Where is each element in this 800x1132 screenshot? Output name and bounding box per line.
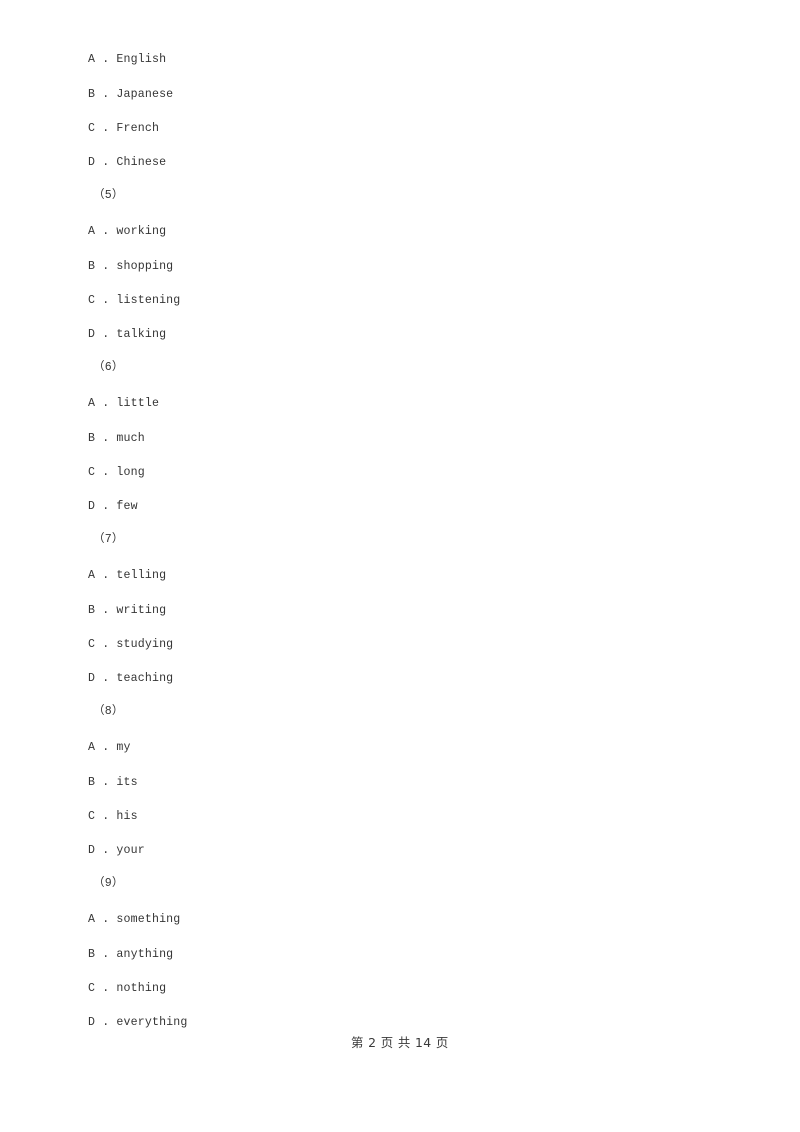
answer-option: B . anything [88, 948, 174, 961]
question-group-number: （9） [93, 877, 124, 890]
question-group-number: （5） [93, 189, 124, 202]
question-group-number: （6） [93, 361, 124, 374]
answer-option: B . Japanese [88, 88, 174, 101]
answer-option: D . your [88, 844, 145, 857]
answer-option: C . studying [88, 638, 174, 651]
question-group-number: （7） [93, 533, 124, 546]
answer-option: C . long [88, 466, 145, 479]
answer-option: A . working [88, 225, 167, 238]
answer-option: A . telling [88, 569, 167, 582]
answer-option: A . English [88, 53, 167, 66]
answer-option: D . everything [88, 1016, 188, 1029]
answer-option: D . Chinese [88, 156, 167, 169]
answer-option: D . few [88, 500, 138, 513]
answer-option: C . nothing [88, 982, 167, 995]
page-footer: 第 2 页 共 14 页 [351, 1035, 449, 1050]
question-group-number: （8） [93, 705, 124, 718]
answer-option: D . talking [88, 328, 167, 341]
answer-option: C . French [88, 122, 160, 135]
answer-option: D . teaching [88, 672, 174, 685]
answer-option: A . something [88, 913, 181, 926]
answer-option: B . shopping [88, 260, 174, 273]
answer-option: C . his [88, 810, 138, 823]
answer-option: B . its [88, 776, 138, 789]
answer-option: A . little [88, 397, 160, 410]
answer-option: A . my [88, 741, 131, 754]
answer-option: B . much [88, 432, 145, 445]
answer-option: C . listening [88, 294, 181, 307]
answer-option: B . writing [88, 604, 167, 617]
document-page: A . English B . Japanese C . French D . Chi… [0, 0, 800, 1132]
